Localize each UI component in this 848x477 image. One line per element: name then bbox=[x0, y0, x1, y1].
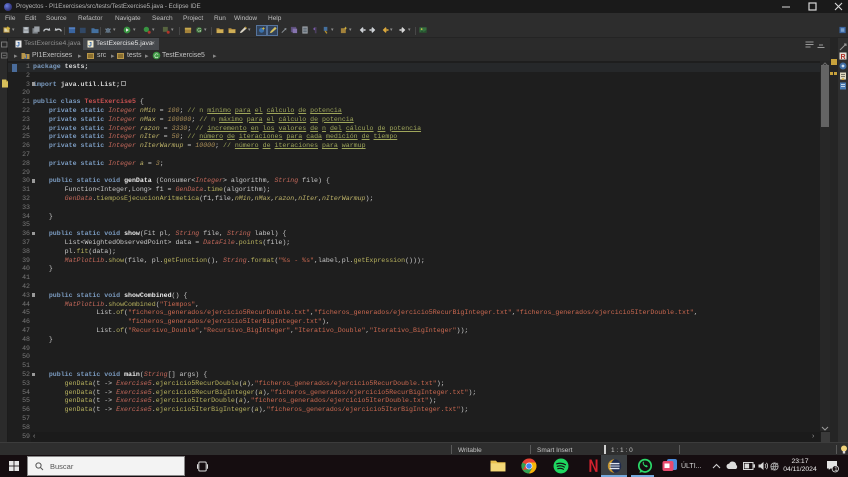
svg-text:J: J bbox=[24, 55, 27, 60]
svg-text:¶: ¶ bbox=[313, 27, 317, 34]
svg-text:R: R bbox=[841, 54, 846, 60]
svg-text:G: G bbox=[197, 28, 201, 34]
svg-text:C: C bbox=[154, 54, 159, 60]
svg-text:J: J bbox=[88, 41, 92, 48]
svg-text:J: J bbox=[16, 41, 20, 48]
